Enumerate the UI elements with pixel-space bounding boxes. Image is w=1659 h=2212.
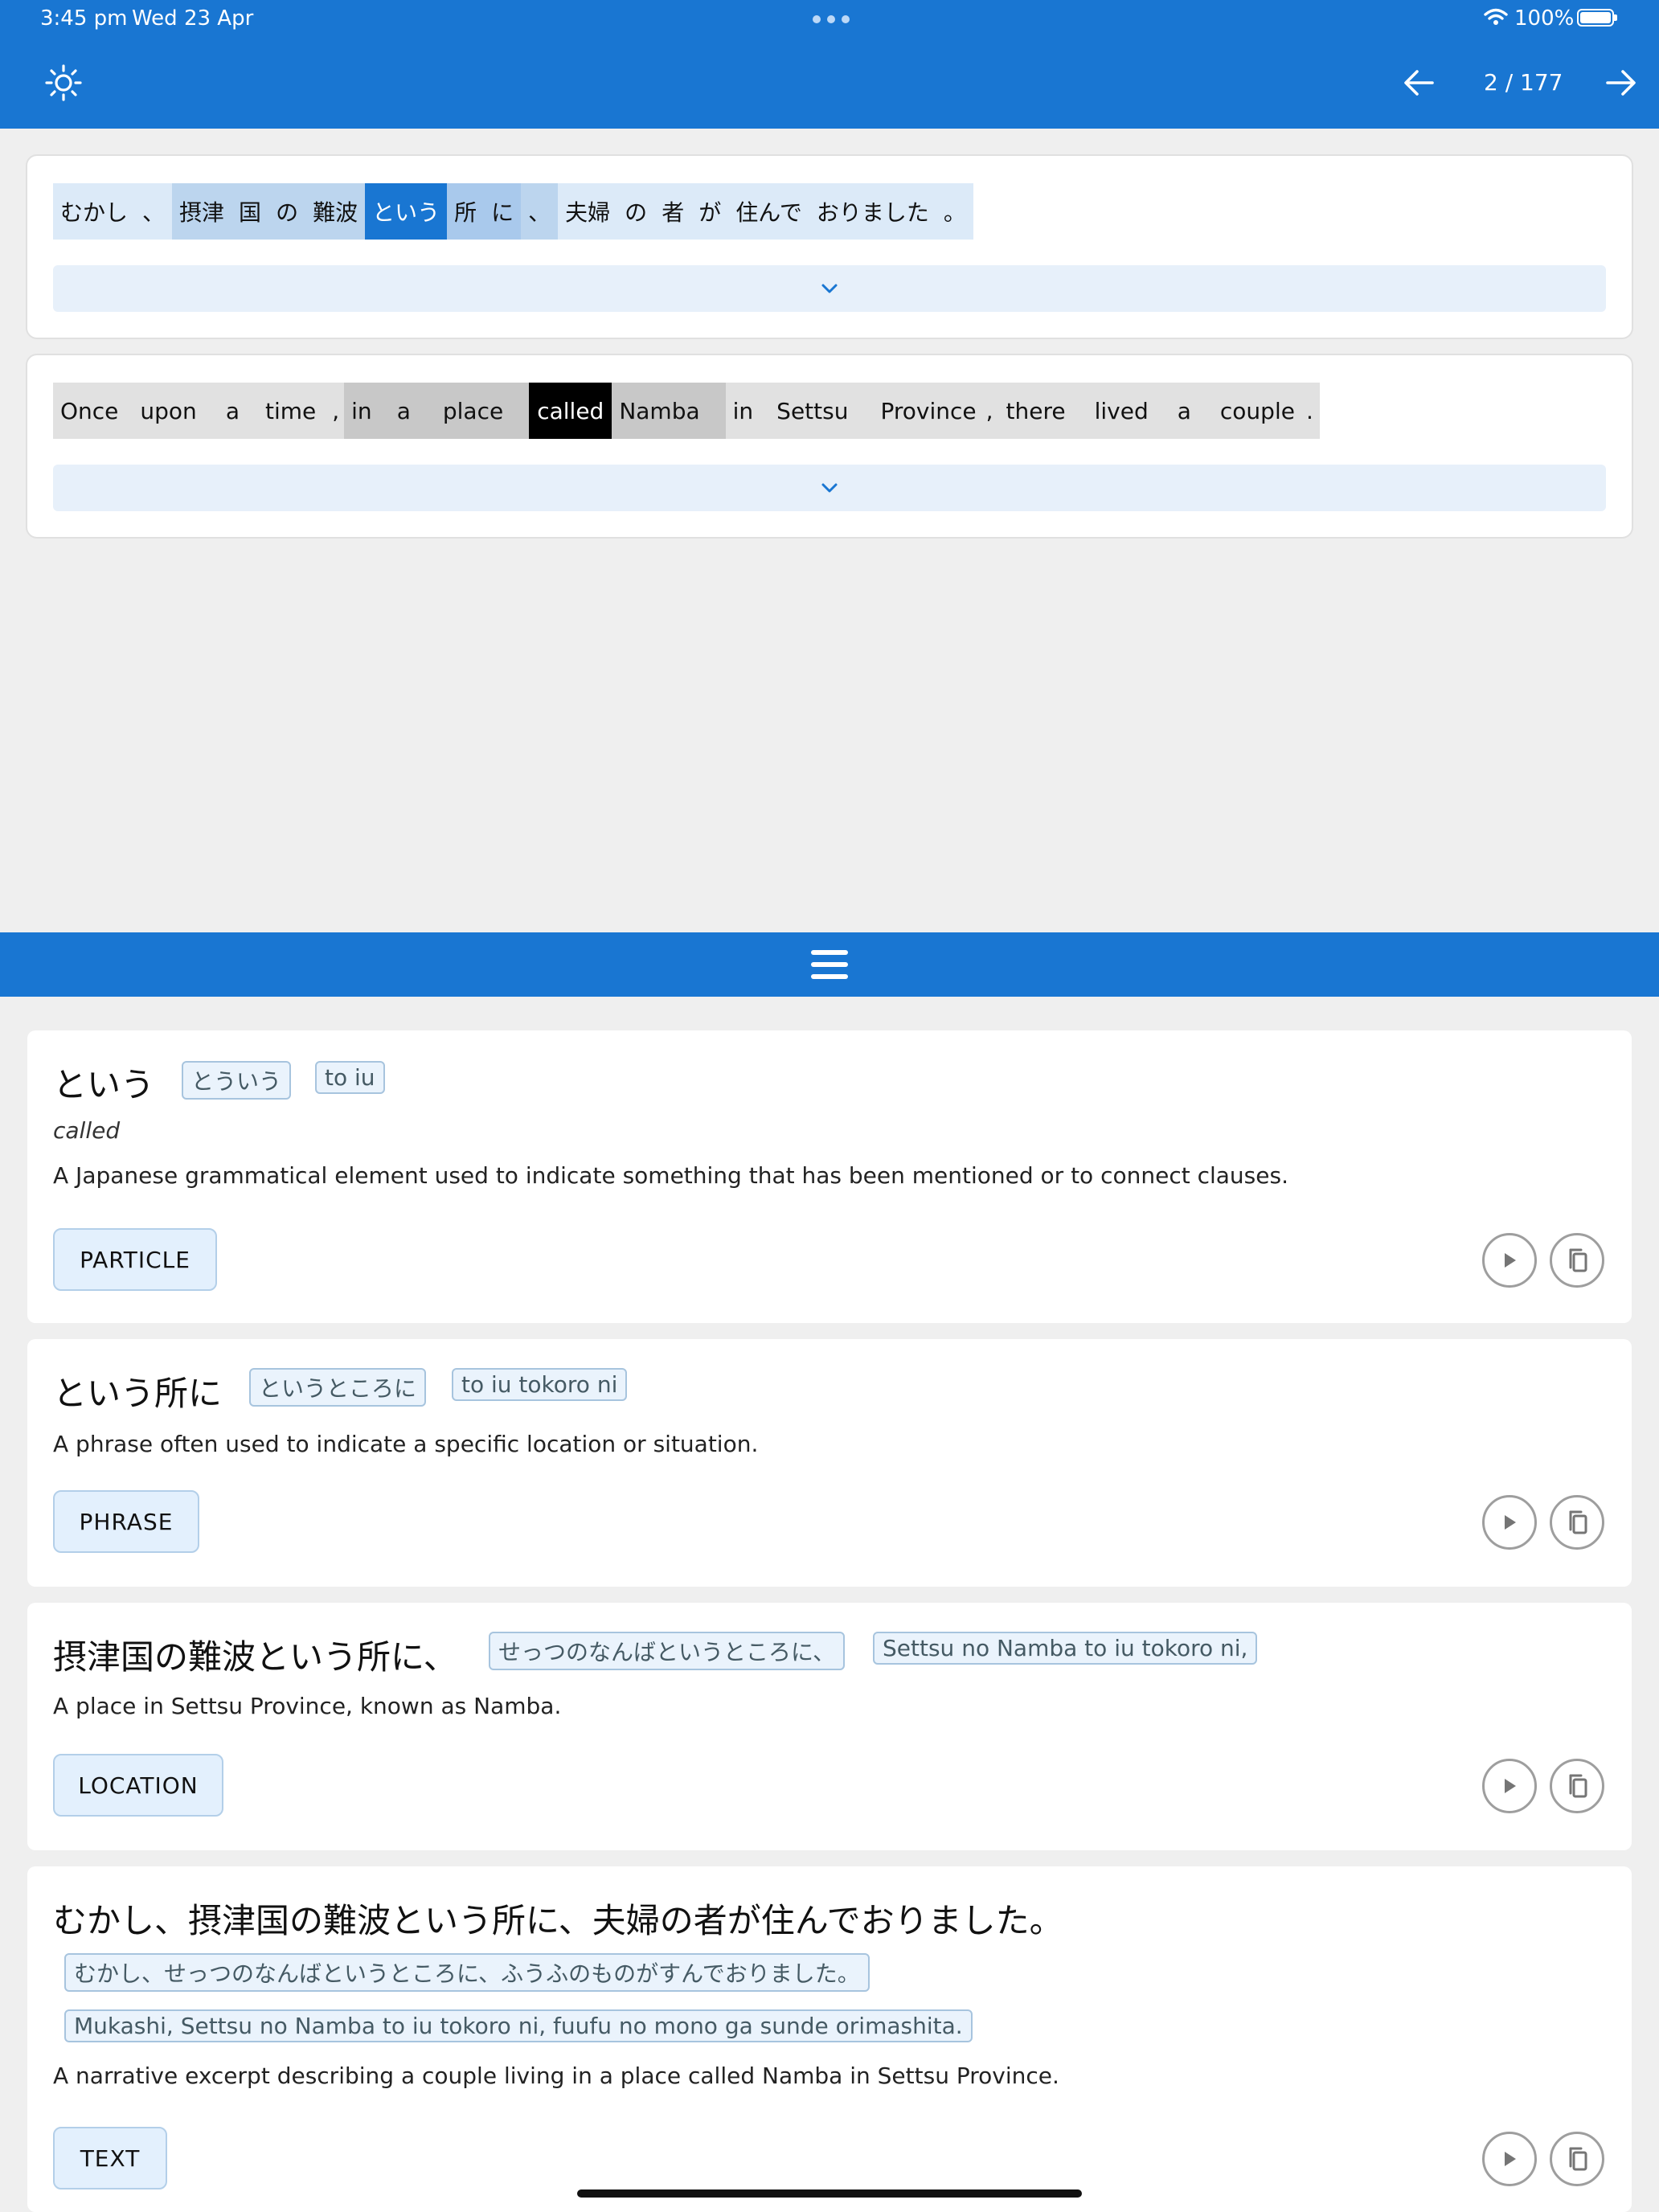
entry-romaji: Settsu no Namba to iu tokoro ni, (873, 1632, 1258, 1665)
jp-token[interactable]: 所 (447, 183, 485, 240)
english-expand-button[interactable] (53, 465, 1606, 511)
japanese-expand-button[interactable] (53, 265, 1606, 312)
play-button[interactable] (1482, 1759, 1537, 1813)
jp-token[interactable]: 夫婦 (558, 183, 618, 240)
en-token[interactable]: in (725, 383, 761, 439)
en-token[interactable]: Settsu (760, 383, 865, 439)
copy-button[interactable] (1550, 1759, 1604, 1813)
wifi-icon (1484, 8, 1508, 25)
jp-token[interactable]: の (268, 183, 306, 240)
en-token[interactable]: , (327, 383, 345, 439)
entry-definition: A Japanese grammatical element used to i… (53, 1162, 1288, 1189)
en-token[interactable]: a (211, 383, 254, 439)
entry-reading: というところに (249, 1368, 427, 1407)
top-app-bar: 3:45 pm Wed 23 Apr 100% 2 / 177 (0, 0, 1659, 129)
status-date: Wed 23 Apr (132, 6, 254, 31)
en-token[interactable]: couple (1205, 383, 1300, 439)
en-token[interactable]: upon (125, 383, 211, 439)
battery-percent: 100% (1514, 6, 1575, 31)
battery-icon (1577, 9, 1617, 27)
jp-token-selected[interactable]: という (365, 183, 448, 240)
jp-token[interactable]: 、 (135, 183, 173, 240)
en-token[interactable]: lived (1079, 383, 1163, 439)
en-token[interactable]: time (253, 383, 328, 439)
page-indicator: 2 / 177 (1484, 69, 1563, 96)
copy-button[interactable] (1550, 1233, 1604, 1288)
en-token[interactable]: place (428, 383, 530, 439)
jp-token[interactable]: むかし (53, 183, 136, 240)
entry-gloss: called (53, 1117, 121, 1144)
play-icon (1505, 2152, 1516, 2166)
en-token-selected[interactable]: called (529, 383, 612, 439)
entry-reading: せっつのなんばというところに、 (489, 1632, 846, 1670)
copy-button[interactable] (1550, 1495, 1604, 1550)
entry-reading: むかし、せっつのなんばというところに、ふうふのものがすんでおりました。 (64, 1953, 870, 1992)
entry-term: という (53, 1065, 155, 1104)
category-chip[interactable]: LOCATION (53, 1754, 223, 1817)
category-chip[interactable]: PARTICLE (53, 1228, 217, 1291)
en-token[interactable]: there (999, 383, 1080, 439)
play-button[interactable] (1482, 1495, 1537, 1550)
category-chip[interactable]: TEXT (53, 2127, 167, 2189)
entry-term: むかし、摂津国の難波という所に、夫婦の者が住んでおりました。 (53, 1901, 1063, 1940)
en-token[interactable]: Province (864, 383, 980, 439)
entry-term: という所に (53, 1374, 223, 1413)
jp-token[interactable]: 難波 (305, 183, 366, 240)
english-token-row: Once upon a time , in a place called Nam… (53, 383, 1320, 439)
dictionary-entry: 摂津国の難波という所に、 せっつのなんばというところに、 Settsu no N… (27, 1603, 1632, 1850)
copy-icon (1569, 1774, 1587, 1798)
entry-romaji: to iu (315, 1061, 385, 1094)
jp-token[interactable]: 摂津 (172, 183, 232, 240)
play-button[interactable] (1482, 1233, 1537, 1288)
english-sentence-card: Once upon a time , in a place called Nam… (26, 354, 1633, 539)
jp-token[interactable]: 国 (231, 183, 269, 240)
chevron-down-icon (821, 284, 838, 293)
copy-icon (1569, 1510, 1587, 1534)
en-token[interactable]: . (1299, 383, 1320, 439)
entry-definition: A phrase often used to indicate a specif… (53, 1431, 759, 1457)
en-token[interactable]: Namba (612, 383, 726, 439)
copy-icon (1569, 2147, 1587, 2171)
entry-definition: A narrative excerpt describing a couple … (53, 2062, 1059, 2089)
multitasking-dots-icon[interactable] (813, 15, 850, 23)
panel-resize-handle[interactable] (0, 932, 1659, 997)
play-icon (1505, 1779, 1516, 1793)
japanese-token-row: むかし 、 摂津 国 の 難波 という 所 に 、 夫婦 の 者 が 住んで お… (53, 183, 973, 240)
entry-term: 摂津国の難波という所に、 (53, 1637, 457, 1677)
entry-reading: とういう (182, 1061, 292, 1100)
jp-token[interactable]: が (691, 183, 729, 240)
dictionary-entry: という とういう to iu called A Japanese grammat… (27, 1030, 1632, 1323)
jp-token[interactable]: の (617, 183, 655, 240)
jp-token[interactable]: 、 (521, 183, 559, 240)
jp-token[interactable]: 者 (654, 183, 692, 240)
japanese-sentence-card: むかし 、 摂津 国 の 難波 という 所 に 、 夫婦 の 者 が 住んで お… (26, 154, 1633, 339)
jp-token[interactable]: 。 (936, 183, 973, 240)
arrow-left-icon[interactable] (1403, 69, 1434, 96)
copy-button[interactable] (1550, 2132, 1604, 2186)
en-token[interactable]: a (1162, 383, 1206, 439)
chevron-down-icon (821, 483, 838, 493)
entry-romaji: to iu tokoro ni (452, 1368, 628, 1401)
entry-romaji: Mukashi, Settsu no Namba to iu tokoro ni… (64, 2009, 973, 2042)
play-icon (1505, 1515, 1516, 1530)
play-icon (1505, 1253, 1516, 1268)
hamburger-menu-icon[interactable] (809, 948, 850, 981)
arrow-right-icon[interactable] (1606, 69, 1636, 96)
jp-token[interactable]: に (484, 183, 522, 240)
en-token[interactable]: , (979, 383, 1000, 439)
en-token[interactable]: Once (53, 383, 126, 439)
entry-definition: A place in Settsu Province, known as Nam… (53, 1693, 562, 1719)
category-chip[interactable]: PHRASE (53, 1490, 199, 1553)
en-token[interactable]: in (344, 383, 379, 439)
en-token[interactable]: a (379, 383, 428, 439)
dictionary-entry: むかし、摂津国の難波という所に、夫婦の者が住んでおりました。 むかし、せっつのな… (27, 1866, 1632, 2212)
jp-token[interactable]: 住んで (728, 183, 809, 240)
dictionary-entry: という所に というところに to iu tokoro ni A phrase o… (27, 1339, 1632, 1587)
sun-icon[interactable] (45, 64, 82, 101)
home-indicator[interactable] (577, 2189, 1082, 2198)
status-time: 3:45 pm (40, 6, 128, 31)
jp-token[interactable]: おりました (809, 183, 936, 240)
copy-icon (1569, 1248, 1587, 1272)
play-button[interactable] (1482, 2132, 1537, 2186)
